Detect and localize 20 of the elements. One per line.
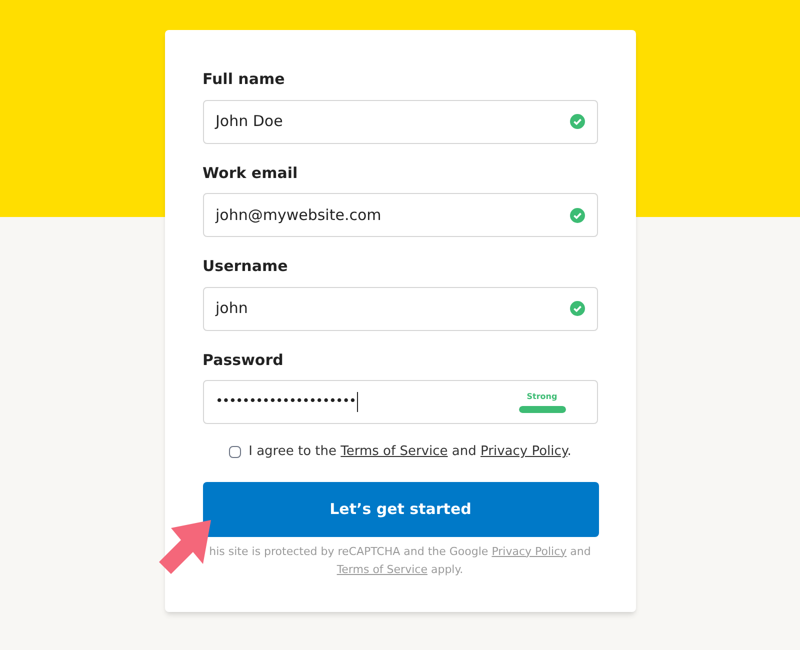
input-field[interactable]: John Doe xyxy=(202,100,598,144)
strength-meter xyxy=(518,406,566,413)
field-label: Username xyxy=(202,256,289,277)
recaptcha-notice: his site is protected by reCAPTCHA and the Google Privacy Policy and Terms of Service apply. xyxy=(209,544,591,576)
field-value: John Doe xyxy=(216,111,283,132)
field-value: john xyxy=(216,298,248,320)
agree-checkbox[interactable] xyxy=(228,446,241,458)
input-field[interactable]: john@mywebsite.com xyxy=(202,193,598,237)
input-field[interactable]: john xyxy=(202,286,598,330)
submit-button[interactable]: Let’s get started xyxy=(202,482,598,536)
input-field[interactable]: ••••••••••••••••••••• Strong xyxy=(202,380,598,424)
field-label: Password xyxy=(202,350,284,370)
agree-text: I agree to the Terms of Service and Privacy Policy. xyxy=(248,444,572,459)
field-value: john@mywebsite.com xyxy=(216,204,382,226)
field-label: Full name xyxy=(202,69,286,90)
link[interactable]: Privacy Policy xyxy=(480,444,568,459)
strength-label: Strong xyxy=(526,391,558,403)
field-label: Work email xyxy=(202,162,299,184)
password-value: ••••••••••••••••••••• xyxy=(216,392,358,412)
link[interactable]: Terms of Service xyxy=(340,444,448,459)
